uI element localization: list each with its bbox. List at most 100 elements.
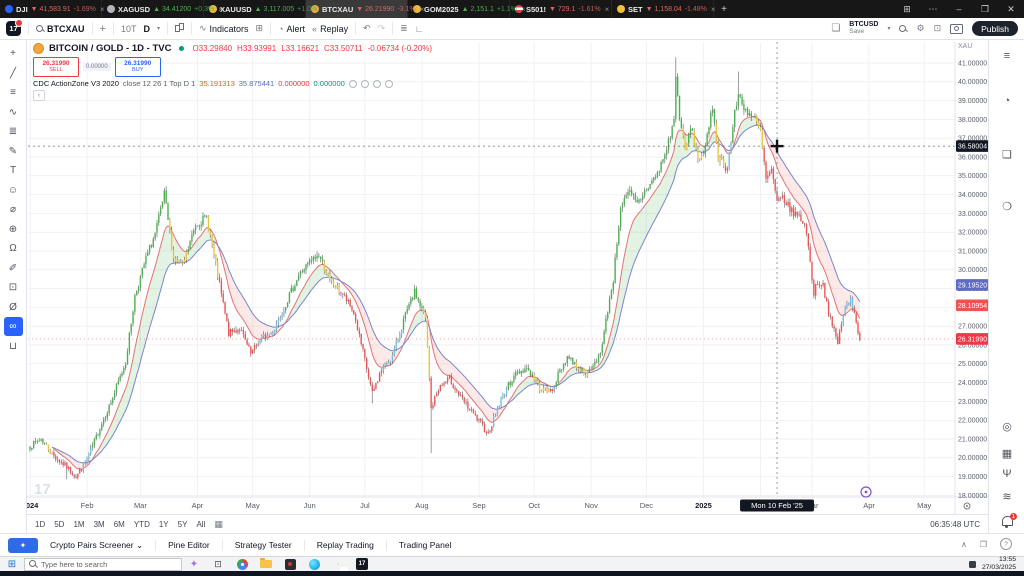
edge-icon[interactable] [302, 557, 326, 571]
window-tab-dji[interactable]: DJI▼ 41,583.91-1.69%× [0, 0, 102, 18]
taskbar-search[interactable]: Type here to search [24, 558, 182, 571]
layout-save[interactable]: BTCUSDSave [849, 21, 878, 35]
chart-style-icon[interactable] [175, 23, 184, 34]
object-link-icon[interactable]: ∞ [4, 317, 23, 336]
angle-tool-icon[interactable]: ∟ [415, 24, 424, 34]
window-tab-xauusd[interactable]: XAUUSD▲ 3,117.005+1.0%× [204, 0, 306, 18]
interval-favorite[interactable]: 10T [121, 24, 137, 34]
file-explorer-icon[interactable] [254, 557, 278, 571]
line-app-icon[interactable] [326, 557, 350, 571]
range-button-1d[interactable]: 1D [35, 520, 45, 529]
clock-utc[interactable]: 06:35:48 UTC [930, 520, 980, 529]
publish-button[interactable]: Publish [972, 21, 1018, 36]
chat-icon[interactable]: ❍ [989, 200, 1024, 213]
redo-button[interactable]: ↷ [378, 23, 386, 34]
brush-icon[interactable]: ✎ [4, 142, 23, 161]
copilot-icon[interactable]: ✦ [182, 557, 206, 571]
workspaces-icon[interactable]: ⊞ [894, 0, 920, 18]
range-button-5d[interactable]: 5D [54, 520, 64, 529]
drawing-mode-icon[interactable]: ✐ [4, 259, 23, 278]
text-icon[interactable]: T [4, 161, 23, 180]
zoom-in-icon[interactable]: ⊕ [4, 220, 23, 239]
gann-tools-icon[interactable]: ≣ [4, 122, 23, 141]
panel-tab-strategy-tester[interactable]: Strategy Tester [235, 540, 292, 550]
settings-gear-icon[interactable]: ⚙ [916, 23, 924, 34]
panel-collapse-icon[interactable]: ∧ [961, 540, 967, 549]
tradingview-app-icon[interactable]: 17 [350, 557, 374, 571]
tray-icon[interactable] [969, 561, 976, 568]
tradingview-logo[interactable]: 17 [6, 21, 21, 36]
quick-search-icon[interactable] [899, 25, 907, 33]
panel-tab-crypto-pairs-screener[interactable]: Crypto Pairs Screener ⌄ [50, 540, 143, 551]
lock-drawings-icon[interactable]: ⊡ [4, 278, 23, 297]
sell-button[interactable]: 26.31990SELL [33, 57, 79, 77]
range-button-all[interactable]: All [196, 520, 205, 529]
indicators-button[interactable]: ∿Indicators [199, 23, 249, 34]
calendar-icon[interactable]: ▦ [989, 447, 1024, 460]
indicators-collapse-button[interactable]: ‹ [33, 90, 45, 101]
close-icon[interactable]: ✕ [998, 0, 1024, 18]
indicator-delete-icon[interactable] [373, 80, 381, 88]
add-symbol-button[interactable]: + [100, 23, 106, 35]
range-button-1y[interactable]: 1Y [159, 520, 169, 529]
task-view-icon[interactable]: ⊡ [206, 557, 230, 571]
streams-icon[interactable]: ≋ [989, 490, 1024, 503]
window-tab-set[interactable]: SET▼ 1,158.04-1.48%× [612, 0, 714, 18]
layout-caret-icon[interactable]: ▾ [887, 25, 890, 32]
range-button-5y[interactable]: 5Y [178, 520, 188, 529]
notifications-bell-icon[interactable]: 1 [1002, 516, 1013, 526]
range-button-1m[interactable]: 1M [73, 520, 84, 529]
hotlists-icon[interactable]: ◎ [989, 420, 1024, 433]
symbol-title[interactable]: BITCOIN / GOLD - 1D - TVC [49, 43, 171, 54]
help-icon[interactable]: ? [1000, 538, 1012, 550]
chart-canvas[interactable]: 17XAU18.0000019.0000020.0000021.0000022.… [27, 40, 988, 514]
object-tree-icon[interactable]: ❏ [989, 148, 1024, 161]
close-tab-icon[interactable]: × [604, 5, 611, 14]
indicator-eye-icon[interactable] [349, 80, 357, 88]
ideas-icon[interactable]: Ψ [989, 468, 1024, 480]
panel-restore-icon[interactable]: ❐ [980, 540, 987, 549]
watchlist-icon[interactable]: ≡ [989, 50, 1024, 62]
measure-icon[interactable]: ⌀ [4, 200, 23, 219]
panel-tab-replay-trading[interactable]: Replay Trading [317, 540, 374, 550]
alert-button[interactable]: ◔Alert [278, 24, 305, 34]
replay-button[interactable]: «Replay [312, 24, 348, 34]
pattern-icon[interactable]: ∿ [4, 103, 23, 122]
app-icon-dark[interactable] [278, 557, 302, 571]
interval-caret-icon[interactable]: ▾ [157, 25, 160, 32]
cursor-crosshair-icon[interactable]: + [4, 44, 23, 63]
hide-drawings-icon[interactable]: Ø [4, 298, 23, 317]
fib-retracement-icon[interactable]: ≡ [4, 83, 23, 102]
layout-select-icon[interactable]: ❏ [831, 23, 840, 34]
alerts-clock-icon[interactable]: ◔ [989, 95, 1024, 107]
buy-button[interactable]: 26.31990BUY [115, 57, 161, 77]
remove-drawings-icon[interactable]: ⊔ [4, 337, 23, 356]
trend-line-icon[interactable]: ╱ [4, 64, 23, 83]
more-icon[interactable]: ⋯ [920, 0, 946, 18]
range-button-ytd[interactable]: YTD [134, 520, 150, 529]
chrome-icon[interactable] [230, 557, 254, 571]
indicator-more-icon[interactable] [385, 80, 393, 88]
go-to-date-icon[interactable]: ▦ [214, 519, 223, 530]
restore-icon[interactable]: ❐ [972, 0, 998, 18]
window-tab-gom2025[interactable]: GOM2025▲ 2,151.1+1.1%× [408, 0, 510, 18]
symbol-search[interactable]: BTCXAU [36, 24, 85, 34]
indicator-settings-icon[interactable] [361, 80, 369, 88]
minimize-icon[interactable]: – [946, 0, 972, 18]
fullscreen-icon[interactable]: ⊡ [934, 23, 942, 34]
screener-panel-icon[interactable]: ✦ [8, 538, 38, 553]
window-tab-xagusd[interactable]: XAGUSD▲ 34.41200+0.3%× [102, 0, 204, 18]
start-button[interactable]: ⊞ [0, 557, 24, 571]
new-tab-button[interactable]: + [714, 0, 734, 18]
window-tab-btcxau[interactable]: BTCXAU▼ 26.21990-3.1%× [306, 0, 408, 18]
undo-button[interactable]: ↶ [363, 23, 371, 34]
panel-tab-trading-panel[interactable]: Trading Panel [399, 540, 452, 550]
snapshot-camera-icon[interactable] [950, 24, 963, 34]
menu-lines-icon[interactable]: ≣ [400, 23, 408, 34]
magnet-icon[interactable]: Ω [4, 239, 23, 258]
range-button-3m[interactable]: 3M [94, 520, 105, 529]
panel-tab-pine-editor[interactable]: Pine Editor [168, 540, 210, 550]
emoji-icon[interactable]: ☺ [4, 181, 23, 200]
taskbar-clock[interactable]: 13:55 27/03/2025 [982, 556, 1016, 572]
interval-current[interactable]: D [143, 24, 150, 34]
